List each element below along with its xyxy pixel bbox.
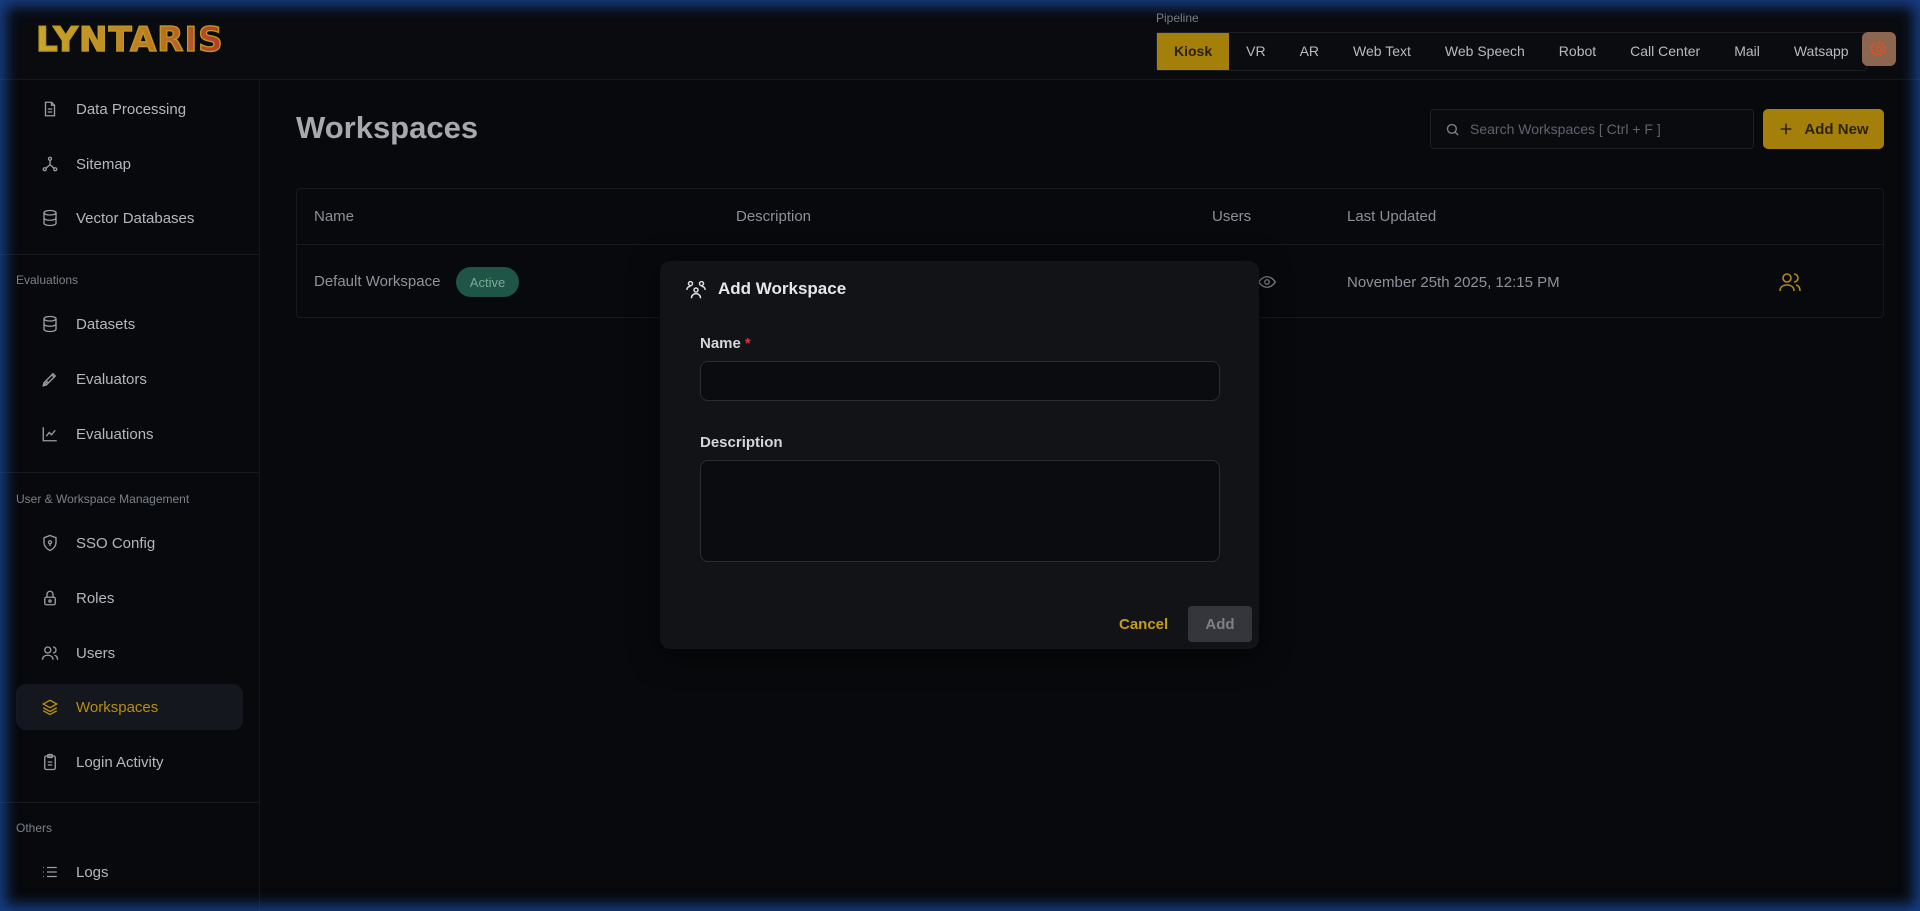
- sidebar-item-label: Logs: [76, 863, 109, 881]
- sidebar-item-datasets[interactable]: Datasets: [16, 301, 243, 347]
- sidebar-item-label: Users: [76, 644, 116, 662]
- search-box[interactable]: [1430, 109, 1754, 149]
- top-header: LYNTARIS Pipeline Kiosk VR AR Web Text W…: [0, 0, 1920, 80]
- last-updated: November 25th 2025, 12:15 PM: [1347, 274, 1560, 291]
- section-label-others: Others: [16, 821, 53, 835]
- description-textarea[interactable]: [700, 460, 1220, 562]
- tab-web-text[interactable]: Web Text: [1336, 33, 1428, 70]
- sidebar-item-label: Roles: [76, 589, 115, 607]
- sidebar-divider: [0, 254, 259, 255]
- column-header-last-updated[interactable]: Last Updated: [1347, 208, 1436, 225]
- plus-icon: [1781, 123, 1792, 135]
- pen-tool-icon: [41, 370, 59, 388]
- description-field-label: Description: [700, 434, 783, 451]
- sidebar-item-label: Vector Databases: [76, 209, 195, 227]
- search-input[interactable]: [1470, 121, 1740, 137]
- sidebar-item-label: Workspaces: [76, 698, 159, 716]
- sidebar-item-label: Sitemap: [76, 155, 132, 173]
- sidebar-item-label: Login Activity: [76, 753, 164, 771]
- sidebar-item-login-activity[interactable]: Login Activity: [16, 739, 243, 785]
- sidebar: Data Processing Sitemap Vector Databases…: [0, 80, 260, 911]
- add-button[interactable]: Add: [1188, 606, 1252, 642]
- sidebar-divider: [0, 802, 259, 803]
- sidebar-item-data-processing[interactable]: Data Processing: [16, 86, 243, 132]
- sidebar-item-sitemap[interactable]: Sitemap: [16, 141, 243, 187]
- name-input[interactable]: [700, 361, 1220, 401]
- tab-kiosk[interactable]: Kiosk: [1157, 33, 1230, 70]
- section-label-evaluations: Evaluations: [16, 273, 79, 287]
- sidebar-item-label: SSO Config: [76, 534, 156, 552]
- shield-icon: [41, 534, 59, 552]
- column-header-users[interactable]: Users: [1212, 208, 1251, 225]
- add-new-button[interactable]: Add New: [1763, 109, 1884, 149]
- sidebar-item-logs[interactable]: Logs: [16, 849, 243, 895]
- settings-button[interactable]: [1862, 32, 1896, 66]
- network-icon: [41, 155, 59, 173]
- chart-icon: [41, 425, 59, 443]
- cancel-button[interactable]: Cancel: [1119, 616, 1168, 633]
- users-icon: [41, 644, 59, 662]
- sidebar-divider: [0, 472, 259, 473]
- sidebar-item-roles[interactable]: Roles: [16, 575, 243, 621]
- tab-web-speech[interactable]: Web Speech: [1428, 33, 1542, 70]
- tab-robot[interactable]: Robot: [1542, 33, 1613, 70]
- list-icon: [41, 863, 59, 881]
- database-icon: [41, 315, 59, 333]
- column-header-name[interactable]: Name: [314, 208, 354, 225]
- pipeline-tabs: Kiosk VR AR Web Text Web Speech Robot Ca…: [1156, 32, 1867, 71]
- sidebar-item-sso-config[interactable]: SSO Config: [16, 520, 243, 566]
- pipeline-label: Pipeline: [1156, 11, 1199, 25]
- add-workspace-dialog: Add Workspace Name * Description Cancel A…: [660, 261, 1259, 649]
- tab-mail[interactable]: Mail: [1717, 33, 1777, 70]
- column-header-description[interactable]: Description: [736, 208, 811, 225]
- search-icon: [1446, 123, 1459, 136]
- layers-icon: [41, 698, 59, 716]
- workspace-name: Default Workspace: [314, 273, 441, 290]
- sidebar-item-label: Data Processing: [76, 100, 187, 118]
- workspace-group-icon: [686, 280, 706, 299]
- sidebar-item-evaluators[interactable]: Evaluators: [16, 356, 243, 402]
- lock-icon: [41, 589, 59, 607]
- section-label-user-workspace-management: User & Workspace Management: [16, 492, 190, 506]
- app-logo[interactable]: LYNTARIS: [35, 19, 224, 60]
- sidebar-item-label: Evaluations: [76, 425, 154, 443]
- required-mark: *: [744, 335, 751, 352]
- status-badge: Active: [456, 267, 519, 297]
- sidebar-item-label: Evaluators: [76, 370, 147, 388]
- sidebar-item-workspaces[interactable]: Workspaces: [16, 684, 243, 730]
- tab-watsapp[interactable]: Watsapp: [1777, 33, 1866, 70]
- database-icon: [41, 209, 59, 227]
- sidebar-item-label: Datasets: [76, 315, 136, 333]
- table-header: Name Description Users Last Updated: [297, 189, 1883, 245]
- tab-call-center[interactable]: Call Center: [1613, 33, 1717, 70]
- eye-icon[interactable]: [1258, 273, 1276, 291]
- add-new-label: Add New: [1804, 120, 1869, 138]
- tab-ar[interactable]: AR: [1283, 33, 1336, 70]
- clipboard-icon: [41, 753, 59, 771]
- name-field-label: Name *: [700, 335, 751, 352]
- gear-icon: [1870, 40, 1887, 57]
- sidebar-item-users[interactable]: Users: [16, 630, 243, 676]
- name-label-text: Name: [700, 335, 741, 352]
- sidebar-item-vector-databases[interactable]: Vector Databases: [16, 195, 243, 241]
- page-title: Workspaces: [296, 110, 479, 145]
- users-icon[interactable]: [1778, 270, 1802, 294]
- sidebar-item-evaluations[interactable]: Evaluations: [16, 411, 243, 457]
- tab-vr[interactable]: VR: [1229, 33, 1282, 70]
- dialog-title: Add Workspace: [718, 279, 847, 298]
- document-icon: [41, 100, 59, 118]
